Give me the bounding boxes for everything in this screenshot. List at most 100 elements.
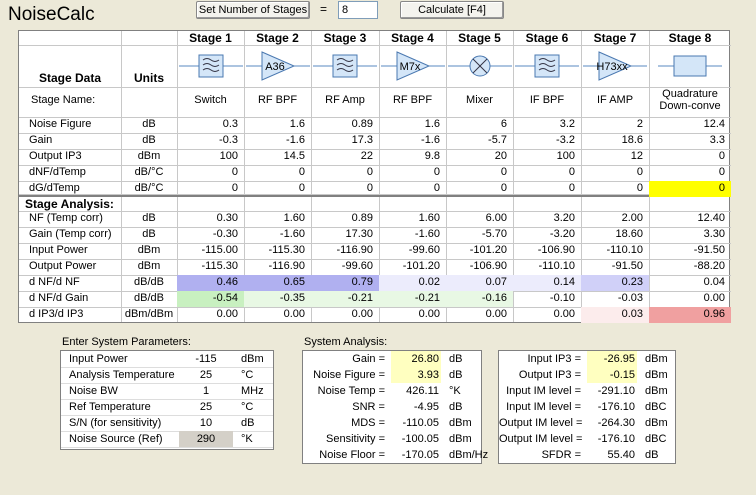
analysis-cell: -116.90: [336, 244, 374, 256]
stage-header: Stage 6: [525, 31, 569, 45]
data-cell-input[interactable]: 12: [581, 149, 649, 165]
system-analysis-left-panel: Gain = 26.80 dB Noise Figure = 3.93 dB Noise T…: [302, 350, 488, 464]
result-value: -176.10: [597, 433, 635, 445]
stage-name-value[interactable]: RF BPF: [379, 93, 446, 108]
analysis-result-row: Noise Floor = -170.05 dBm/Hz: [303, 447, 488, 464]
svg-text:H73xx: H73xx: [596, 61, 628, 73]
data-cell-input[interactable]: 22: [311, 149, 379, 165]
result-value: -110.05: [402, 417, 440, 429]
data-cell-input[interactable]: 18.6: [581, 133, 649, 149]
analysis-cell: 0.00: [283, 308, 305, 320]
data-cell-input[interactable]: 100: [513, 149, 581, 165]
analysis-row-unit: dBm/dBm: [124, 308, 174, 320]
data-cell-input[interactable]: 20: [446, 149, 513, 165]
analysis-cell: 0.07: [446, 275, 513, 291]
data-cell-input[interactable]: 3.2: [513, 117, 581, 133]
data-cell-input[interactable]: 0: [177, 165, 244, 181]
result-label: Noise Temp =: [317, 385, 385, 397]
data-cell-input[interactable]: 0: [649, 181, 731, 197]
param-value-input[interactable]: -115: [179, 351, 233, 367]
data-cell-input[interactable]: 17.3: [311, 133, 379, 149]
svg-text:A36: A36: [265, 61, 285, 73]
param-value-input[interactable]: 1: [179, 383, 233, 399]
data-cell-input[interactable]: 9.8: [379, 149, 446, 165]
data-cell-input[interactable]: 0: [311, 165, 379, 181]
result-unit: dBC: [645, 433, 667, 445]
analysis-cell: -115.30: [268, 244, 306, 256]
param-label: Noise Source (Ref): [69, 433, 163, 445]
data-cell-input[interactable]: 0: [244, 165, 311, 181]
data-cell-input[interactable]: -3.2: [513, 133, 581, 149]
param-value-input[interactable]: 290: [179, 431, 233, 447]
analysis-row-unit: dB/dB: [134, 292, 164, 304]
stage-name-value[interactable]: RF BPF: [244, 93, 311, 108]
stage-header: Stage 7: [593, 31, 637, 45]
data-row-unit: dB: [142, 118, 156, 130]
analysis-cell: -0.10: [549, 292, 575, 304]
app-title: NoiseCalc: [8, 4, 95, 25]
data-cell-input[interactable]: 0: [581, 181, 649, 197]
data-cell-input[interactable]: 0.89: [311, 117, 379, 133]
block-icon: [649, 46, 731, 86]
data-row-label: dG/dTemp: [29, 182, 80, 194]
amplifier-icon: A36: [244, 46, 311, 86]
analysis-cell: -115.00: [201, 244, 239, 256]
filter-icon: [177, 46, 244, 86]
data-cell-input[interactable]: 14.5: [244, 149, 311, 165]
data-cell-input[interactable]: 1.6: [379, 117, 446, 133]
set-stages-button[interactable]: Set Number of Stages: [196, 1, 310, 19]
stage-name-value[interactable]: RF Amp: [311, 93, 379, 108]
calculate-button[interactable]: Calculate [F4]: [400, 1, 504, 19]
data-row-unit: dB/°C: [134, 182, 164, 194]
stage-name-value[interactable]: Mixer: [446, 93, 513, 108]
analysis-cell: 0.00: [485, 308, 507, 320]
data-cell-input[interactable]: 0: [244, 181, 311, 197]
data-cell-input[interactable]: 0: [446, 181, 513, 197]
data-cell-input[interactable]: 0: [513, 181, 581, 197]
num-stages-input[interactable]: [338, 1, 378, 19]
result-unit: dB: [449, 401, 463, 413]
data-cell-input[interactable]: 0: [177, 181, 244, 197]
stage-name-value[interactable]: IF BPF: [513, 93, 581, 108]
data-cell-input[interactable]: 1.6: [244, 117, 311, 133]
data-cell-input[interactable]: 12.4: [649, 117, 731, 133]
data-cell-input[interactable]: 6: [446, 117, 513, 133]
data-cell-input[interactable]: 0: [649, 149, 731, 165]
data-cell-input[interactable]: 2: [581, 117, 649, 133]
result-label: MDS =: [351, 417, 385, 429]
data-row-unit: dBm: [137, 150, 161, 162]
svg-text:M7x: M7x: [399, 61, 420, 73]
param-value-input[interactable]: 10: [179, 415, 233, 431]
analysis-cell: 0.02: [379, 275, 446, 291]
data-cell-input[interactable]: 0: [379, 181, 446, 197]
analysis-row-unit: dB/dB: [134, 276, 164, 288]
data-cell-input[interactable]: -1.6: [244, 133, 311, 149]
data-cell-input[interactable]: 0.3: [177, 117, 244, 133]
result-unit: dBm: [449, 417, 472, 429]
data-cell-input[interactable]: 3.3: [649, 133, 731, 149]
analysis-row-label: Output Power: [29, 260, 97, 272]
stage-name-value[interactable]: IF AMP: [581, 93, 649, 108]
data-cell-input[interactable]: 0: [513, 165, 581, 181]
data-cell-input[interactable]: 0: [581, 165, 649, 181]
data-cell-input[interactable]: -5.7: [446, 133, 513, 149]
result-value: -4.95: [413, 401, 439, 413]
stage-name-value[interactable]: Quadrature Down-conve: [649, 88, 731, 116]
result-value: 26.80: [391, 351, 441, 367]
data-cell-input[interactable]: -0.3: [177, 133, 244, 149]
stage-name-value[interactable]: Switch: [177, 93, 244, 108]
data-cell-input[interactable]: 100: [177, 149, 244, 165]
equals-sign: =: [320, 2, 328, 16]
param-label: Noise BW: [69, 385, 118, 397]
param-value-input[interactable]: 25: [179, 367, 233, 383]
analysis-cell: -91.50: [611, 260, 643, 272]
grid-hline: [19, 87, 731, 88]
data-cell-input[interactable]: 0: [446, 165, 513, 181]
analysis-cell: 0.46: [177, 275, 244, 291]
data-cell-input[interactable]: 0: [311, 181, 379, 197]
analysis-cell: 18.60: [615, 228, 643, 240]
data-cell-input[interactable]: -1.6: [379, 133, 446, 149]
param-value-input[interactable]: 25: [179, 399, 233, 415]
data-cell-input[interactable]: 0: [649, 165, 731, 181]
data-cell-input[interactable]: 0: [379, 165, 446, 181]
